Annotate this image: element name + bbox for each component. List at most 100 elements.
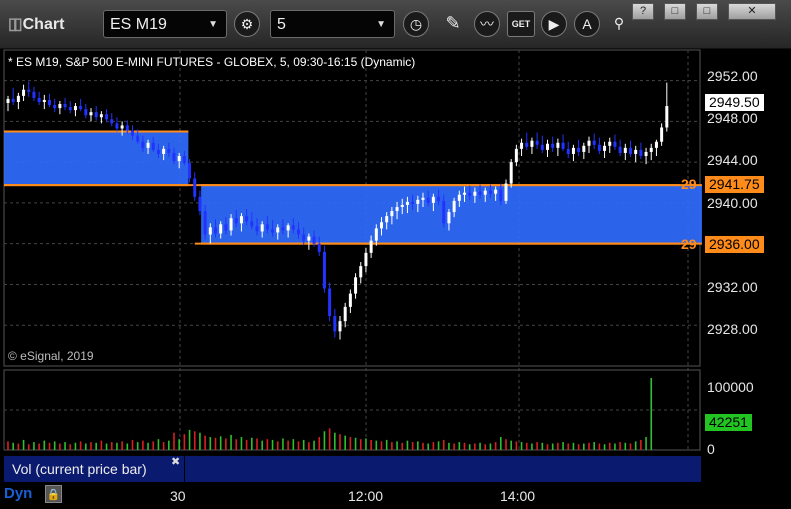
volume-bar xyxy=(173,432,175,450)
volume-bar xyxy=(193,431,196,450)
candle-body xyxy=(6,98,10,104)
level-low-label: 29 xyxy=(681,236,697,252)
volume-bar xyxy=(619,442,621,450)
candle-body xyxy=(193,178,197,197)
candle-body xyxy=(665,106,669,128)
volume-bar xyxy=(219,436,222,450)
candle-body xyxy=(234,218,238,224)
volume-bar xyxy=(359,439,362,450)
candle-body xyxy=(99,114,103,118)
candle-body xyxy=(447,212,451,224)
volume-bar xyxy=(64,442,66,450)
volume-bar xyxy=(162,442,165,450)
volume-bar xyxy=(510,440,512,450)
candle-body xyxy=(276,227,280,233)
candle-body xyxy=(623,147,627,153)
time-tick: 14:00 xyxy=(500,488,536,504)
candle-body xyxy=(239,216,243,224)
price-tick: 2928.00 xyxy=(707,321,758,337)
candle-body xyxy=(608,141,612,146)
candle-body xyxy=(208,227,212,235)
volume-bar xyxy=(401,442,404,450)
candle-body xyxy=(68,107,72,111)
volume-bar xyxy=(225,438,227,450)
candle-body xyxy=(577,147,581,152)
volume-bar xyxy=(536,442,538,450)
volume-bar xyxy=(199,432,201,450)
volume-bar xyxy=(7,441,9,450)
candle-body xyxy=(629,147,632,154)
volume-bar xyxy=(391,442,393,450)
candle-body xyxy=(146,142,150,148)
candle-body xyxy=(380,222,383,229)
volume-bar xyxy=(411,442,414,450)
candle-body xyxy=(338,321,342,332)
candle-body xyxy=(22,89,26,96)
volume-bar xyxy=(650,378,653,450)
volume-bar xyxy=(74,442,77,450)
candle-body xyxy=(478,191,482,195)
candle-body xyxy=(322,251,326,289)
volume-bar xyxy=(354,437,357,450)
study-tab-volume[interactable]: Vol (current price bar) xyxy=(4,456,184,482)
price-chart[interactable] xyxy=(0,0,791,509)
candle-body xyxy=(162,148,166,154)
volume-bar xyxy=(344,435,346,450)
dynamic-mode-label[interactable]: Dyn xyxy=(4,485,32,502)
candle-body xyxy=(151,142,155,150)
volume-tick: 0 xyxy=(707,441,715,457)
candle-body xyxy=(400,204,404,207)
candle-body xyxy=(229,218,233,231)
candle-body xyxy=(649,147,653,152)
volume-bar xyxy=(608,442,611,450)
candle-body xyxy=(245,216,249,222)
volume-bar xyxy=(105,443,108,450)
volume-bar xyxy=(22,439,25,450)
candle-body xyxy=(302,234,306,241)
volume-bar xyxy=(230,434,232,450)
candle-body xyxy=(141,141,145,148)
candle-body xyxy=(260,224,264,232)
candle-body xyxy=(48,99,51,106)
candle-body xyxy=(73,106,77,111)
volume-bar xyxy=(557,442,559,450)
candle-body xyxy=(426,197,430,203)
volume-bar xyxy=(276,441,279,450)
candle-body xyxy=(582,145,586,152)
candle-body xyxy=(110,119,114,124)
volume-bar xyxy=(551,443,554,450)
candle-body xyxy=(32,91,36,98)
lock-icon[interactable]: 🔒 xyxy=(45,485,62,503)
volume-bar xyxy=(121,441,123,450)
candle-body xyxy=(156,149,160,154)
candle-body xyxy=(250,221,254,227)
volume-bar xyxy=(541,442,544,450)
candle-body xyxy=(416,199,420,204)
candle-body xyxy=(167,148,171,153)
candle-body xyxy=(328,288,332,317)
candle-body xyxy=(437,196,441,201)
volume-bar xyxy=(95,442,97,450)
study-bar xyxy=(185,456,701,482)
candle-body xyxy=(644,151,648,157)
candle-body xyxy=(203,211,207,235)
volume-bar xyxy=(302,439,305,450)
candle-body xyxy=(291,225,295,230)
candle-body xyxy=(494,189,498,194)
volume-bar xyxy=(463,442,466,450)
candle-body xyxy=(125,125,129,131)
volume-bar xyxy=(256,438,258,450)
volume-bar xyxy=(323,431,326,450)
zone-rect xyxy=(4,131,189,186)
volume-bar xyxy=(245,439,248,450)
volume-bar xyxy=(474,443,476,450)
close-icon[interactable]: ✖ xyxy=(171,455,180,468)
volume-bar xyxy=(640,439,642,450)
candle-body xyxy=(219,224,223,234)
volume-bar xyxy=(292,439,295,450)
candle-body xyxy=(468,192,472,196)
candle-body xyxy=(120,125,124,129)
volume-bar xyxy=(79,441,82,450)
candle-body xyxy=(53,105,57,109)
volume-bar xyxy=(614,443,616,450)
